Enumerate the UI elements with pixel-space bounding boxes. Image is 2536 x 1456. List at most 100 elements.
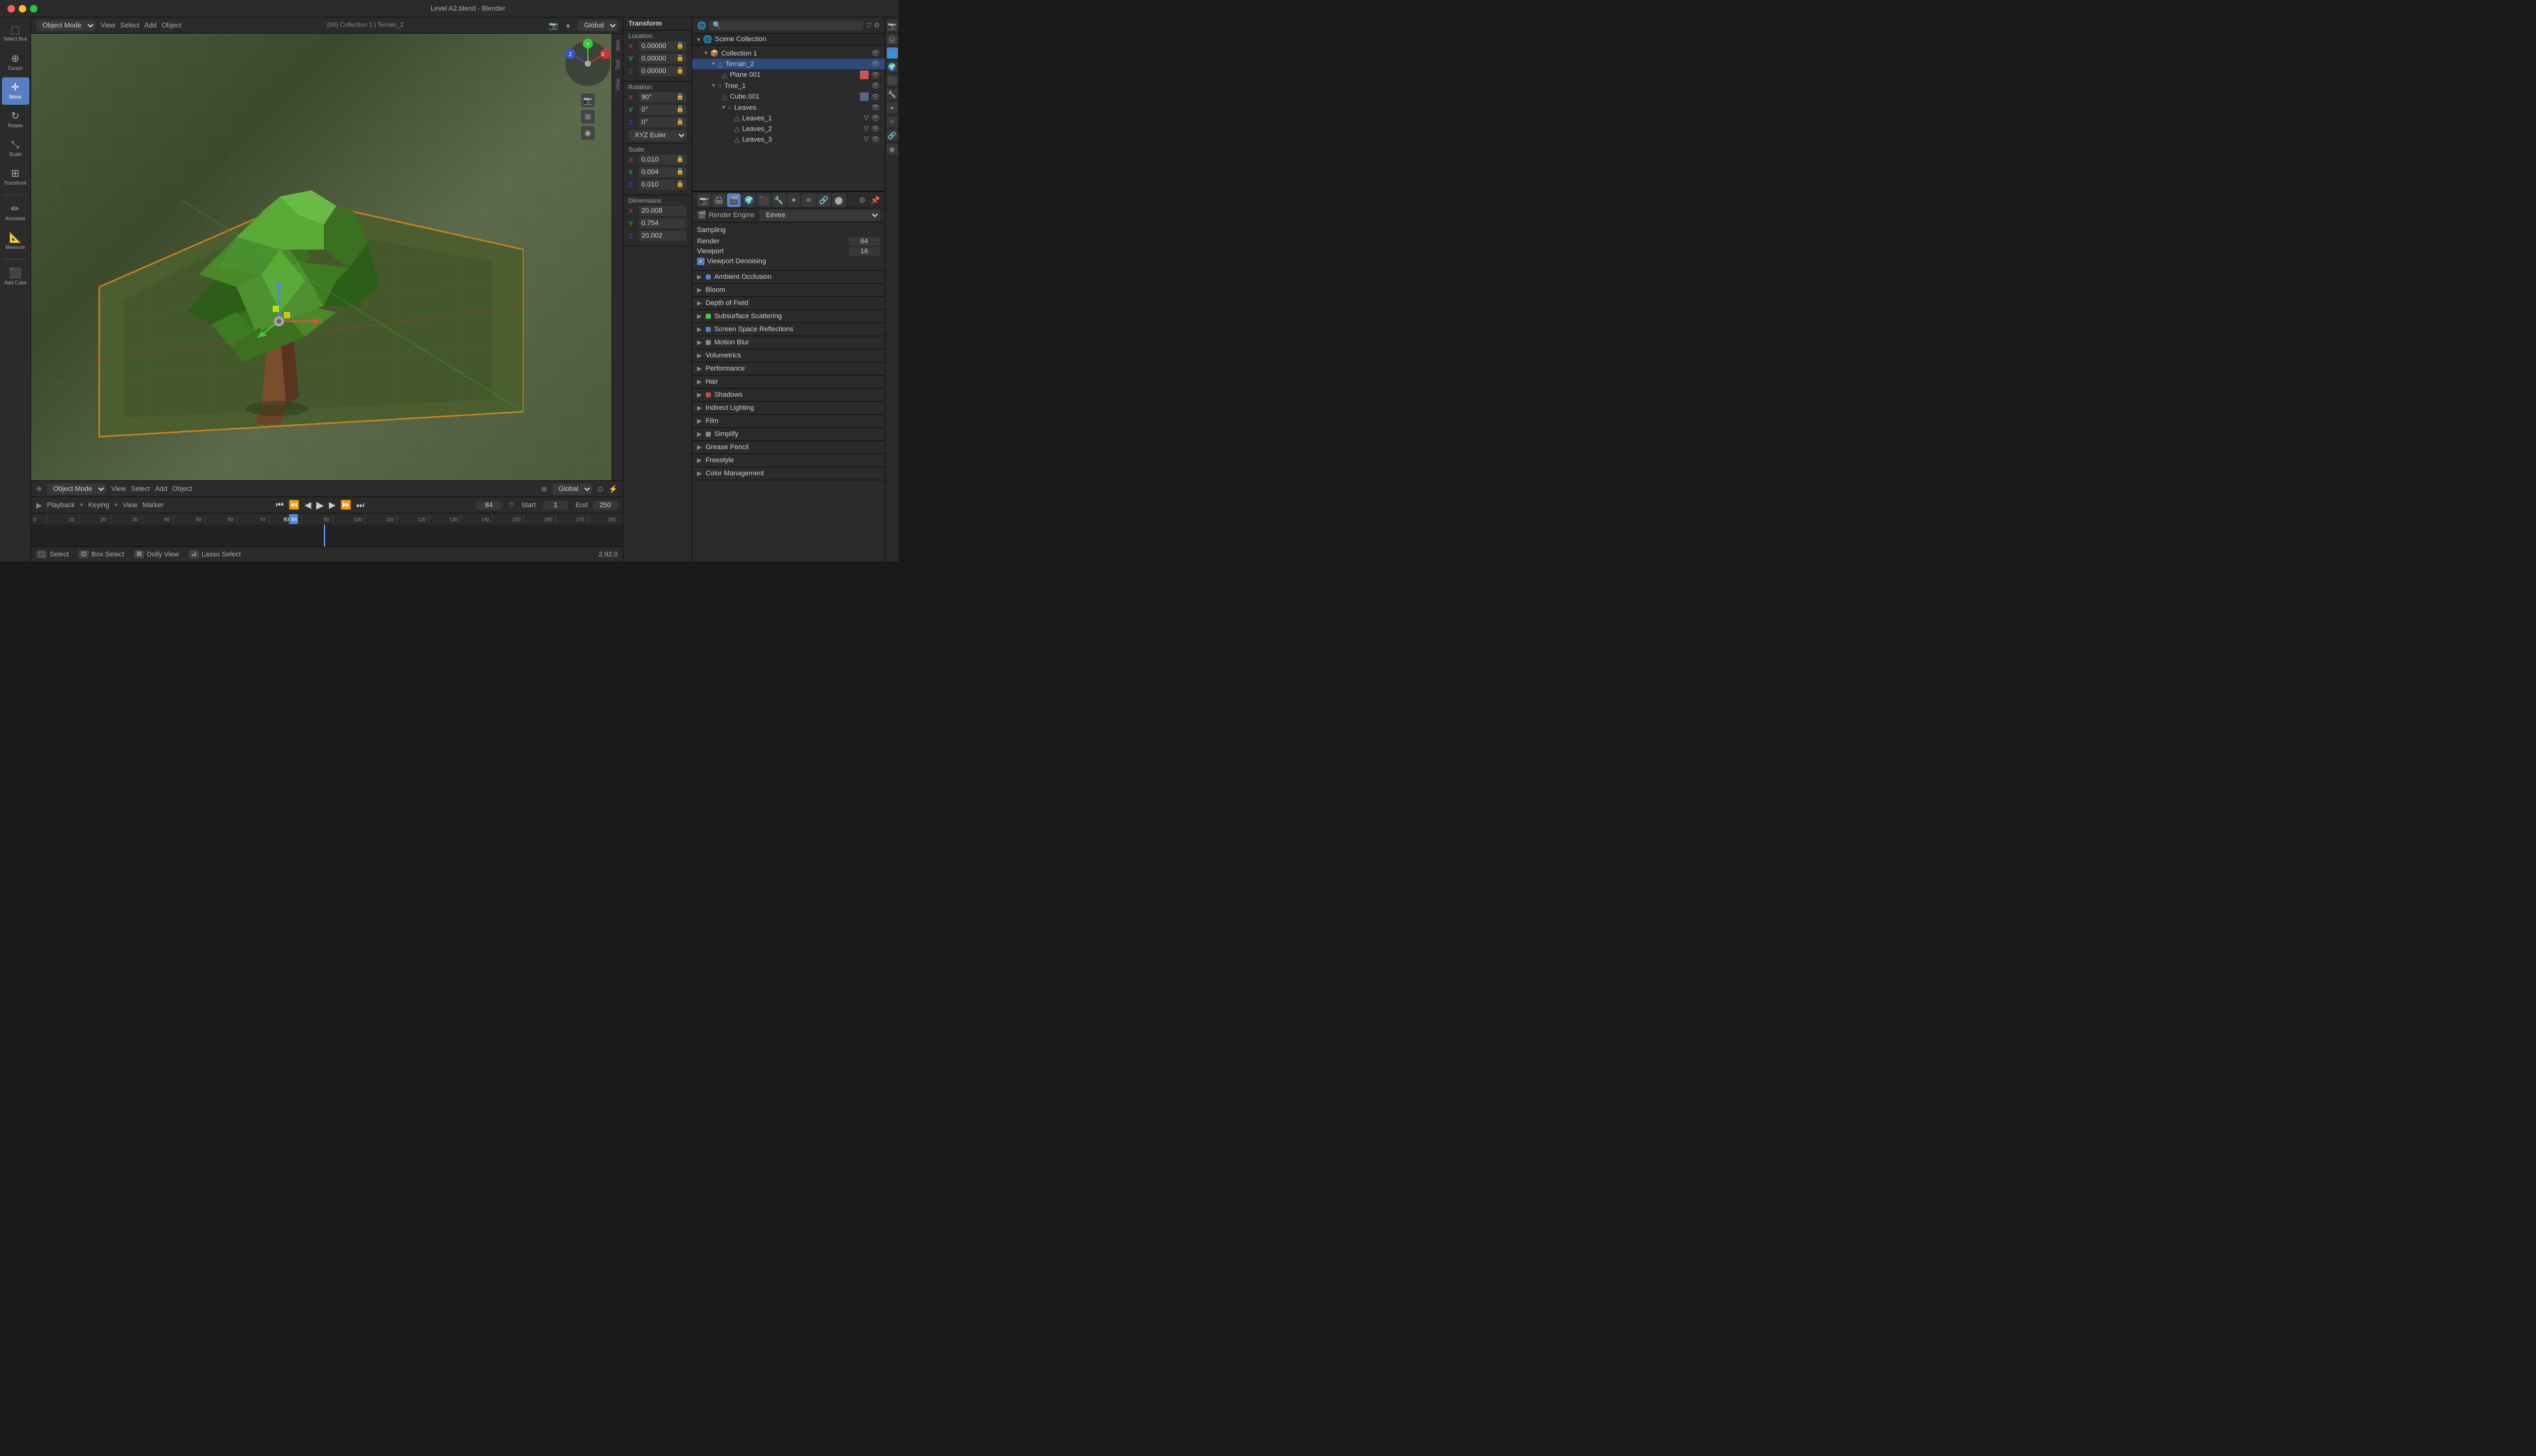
coll1-eye[interactable]: 👁: [871, 49, 880, 57]
bloom-header[interactable]: ▶ Bloom: [692, 284, 885, 296]
start-frame[interactable]: 1: [543, 501, 568, 510]
end-frame[interactable]: 250: [593, 501, 618, 510]
dim-z-field[interactable]: 20.002: [639, 231, 686, 241]
leaves2-item[interactable]: △ Leaves_2 ▽ 👁: [692, 124, 885, 134]
leaves2-eye[interactable]: 👁: [871, 125, 880, 133]
modifier-icon-btn[interactable]: 🔧: [772, 193, 786, 207]
snap-icon[interactable]: ⊕: [541, 485, 547, 493]
output-icon-btn[interactable]: 🖨: [712, 193, 726, 207]
particles-props-icon[interactable]: ✦: [887, 102, 898, 114]
vp-object-menu[interactable]: Object: [172, 485, 192, 493]
prop-settings-icon[interactable]: ⚙: [859, 196, 866, 205]
constraints-icon-btn[interactable]: 🔗: [817, 193, 831, 207]
tool-add-cube[interactable]: ⬛ Add Cube: [2, 263, 29, 291]
minimize-button[interactable]: [19, 5, 26, 12]
plane001-item[interactable]: △ Plane 001 👁: [692, 69, 885, 80]
physics-icon-btn[interactable]: ⚛: [802, 193, 816, 207]
snap-settings-icon[interactable]: ⚡: [608, 485, 618, 493]
outliner-filter-icon[interactable]: ▽: [866, 21, 871, 29]
proportional-icon[interactable]: ⊙: [597, 485, 603, 493]
world-icon-btn[interactable]: 🌍: [742, 193, 756, 207]
viewport-3d[interactable]: X Y Z 📷 ⊞ ◉: [31, 34, 623, 480]
grease-pencil-header[interactable]: ▶ Grease Pencil: [692, 441, 885, 454]
leaves3-eye[interactable]: 👁: [871, 135, 880, 143]
navigation-gizmo[interactable]: X Y Z: [563, 39, 613, 89]
vp-view-menu[interactable]: View: [111, 485, 126, 493]
shading-dropdown[interactable]: Global: [578, 20, 618, 31]
leaves1-item[interactable]: △ Leaves_1 ▽ 👁: [692, 113, 885, 124]
shadows-header[interactable]: ▶ Shadows: [692, 389, 885, 401]
dof-header[interactable]: ▶ Depth of Field: [692, 297, 885, 309]
rotation-y-field[interactable]: 0° 🔒: [639, 105, 686, 115]
render-preview-icon[interactable]: ◉: [581, 126, 595, 140]
marker-menu[interactable]: Marker: [142, 502, 163, 509]
maximize-button[interactable]: [30, 5, 37, 12]
tool-cursor[interactable]: ⊕ Cursor: [2, 49, 29, 76]
render-icon-btn[interactable]: 📷: [697, 193, 711, 207]
viewport-shading-icon[interactable]: ●: [566, 21, 570, 30]
location-x-field[interactable]: 0.00000 🔒: [639, 41, 686, 51]
modifier-props-icon[interactable]: 🔧: [887, 89, 898, 100]
tl-view-menu[interactable]: View: [123, 502, 138, 509]
object-icon-btn[interactable]: ⬛: [757, 193, 771, 207]
location-y-field[interactable]: 0.00000 🔒: [639, 54, 686, 64]
keying-menu[interactable]: Keying: [88, 502, 109, 509]
ambient-occlusion-header[interactable]: ▶ Ambient Occlusion: [692, 271, 885, 283]
tool-annotate[interactable]: ✏ Annotate: [2, 199, 29, 226]
render-samples-value[interactable]: 64: [849, 237, 880, 246]
indirect-header[interactable]: ▶ Indirect Lighting: [692, 402, 885, 414]
collection-1-item[interactable]: ▾ 📦 Collection 1 👁: [692, 48, 885, 59]
perf-header[interactable]: ▶ Performance: [692, 362, 885, 375]
output-props-icon[interactable]: 🖨: [887, 34, 898, 45]
jump-start-btn[interactable]: ⏮: [275, 498, 285, 512]
plane001-eye[interactable]: 👁: [871, 71, 880, 79]
material-icon-btn[interactable]: ⬤: [832, 193, 846, 207]
ssr-header[interactable]: ▶ Screen Space Reflections: [692, 323, 885, 336]
grid-view-icon[interactable]: ⊞: [581, 110, 595, 124]
sss-header[interactable]: ▶ Subsurface Scattering: [692, 310, 885, 323]
world-props-icon[interactable]: 🌍: [887, 61, 898, 72]
play-btn[interactable]: ▶: [315, 498, 325, 513]
scale-x-field[interactable]: 0.010 🔒: [639, 155, 686, 165]
vol-header[interactable]: ▶ Volumetrics: [692, 349, 885, 362]
rotation-mode-select[interactable]: XYZ Euler: [628, 130, 686, 141]
outliner-settings-icon[interactable]: ⚙: [874, 21, 880, 29]
scene-icon-btn[interactable]: 🎬: [727, 193, 741, 207]
tool-rotate[interactable]: ↻ Rotate: [2, 106, 29, 133]
object-props-icon[interactable]: ⬛: [887, 75, 898, 86]
rotation-z-field[interactable]: 0° 🔒: [639, 117, 686, 127]
tool-move[interactable]: ✛ Move: [2, 77, 29, 105]
particles-icon-btn[interactable]: ✦: [787, 193, 801, 207]
tool-scale[interactable]: ⤡ Scale: [2, 135, 29, 162]
dim-x-field[interactable]: 20.008: [639, 206, 686, 216]
tool-select-box[interactable]: ⬚ Select Box: [2, 20, 29, 47]
physics-props-icon[interactable]: ⚛: [887, 116, 898, 127]
constraints-props-icon[interactable]: 🔗: [887, 130, 898, 141]
timeline-track[interactable]: [31, 525, 623, 546]
leaves-item[interactable]: ▾ ○ Leaves 👁: [692, 102, 885, 113]
camera-persp-icon[interactable]: 📷: [581, 94, 595, 107]
terrain2-eye[interactable]: 👁: [871, 60, 880, 68]
tree1-eye[interactable]: 👁: [871, 82, 880, 90]
view-menu[interactable]: View: [100, 22, 115, 29]
step-back-btn[interactable]: ◀: [303, 498, 313, 512]
current-frame-display[interactable]: 84: [476, 501, 501, 510]
tree1-item[interactable]: ▾ ○ Tree_1 👁: [692, 80, 885, 91]
terrain2-item[interactable]: ▾ △ Terrain_2 👁: [692, 59, 885, 69]
item-tab[interactable]: Item: [613, 36, 622, 55]
add-menu[interactable]: Add: [144, 22, 157, 29]
cm-header[interactable]: ▶ Color Management: [692, 467, 885, 480]
viewport-denoising-checkbox[interactable]: ✓: [697, 258, 705, 265]
scale-y-field[interactable]: 0.004 🔒: [639, 167, 686, 177]
playback-menu[interactable]: Playback: [47, 502, 75, 509]
outliner-search[interactable]: [709, 21, 864, 31]
timeline-ruler-area[interactable]: 0 10 20 30 40 50 60 70: [31, 513, 623, 546]
location-z-field[interactable]: 0.00000 🔒: [639, 66, 686, 76]
view-tab[interactable]: View: [613, 75, 622, 94]
select-menu[interactable]: Select: [120, 22, 140, 29]
viewport-samples-value[interactable]: 16: [849, 247, 880, 256]
prop-pin-icon[interactable]: 📌: [871, 196, 880, 205]
tool-tab[interactable]: Tool: [613, 56, 622, 74]
render-engine-select[interactable]: Eevee: [759, 210, 880, 221]
object-menu[interactable]: Object: [162, 22, 182, 29]
